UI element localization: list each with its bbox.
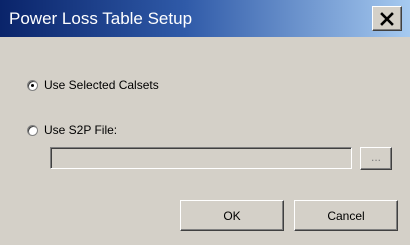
browse-button[interactable]: ... (360, 147, 392, 170)
s2p-file-path-input[interactable] (50, 147, 352, 169)
radio-button-selected[interactable] (27, 79, 38, 91)
use-selected-calsets-label: Use Selected Calsets (44, 78, 159, 92)
ok-button[interactable]: OK (180, 200, 284, 231)
radio-button[interactable] (27, 124, 38, 136)
close-button[interactable] (372, 6, 402, 31)
radio-use-s2p-file[interactable]: Use S2P File: (27, 123, 117, 137)
radio-use-selected-calsets[interactable]: Use Selected Calsets (27, 78, 159, 92)
close-icon (380, 11, 394, 26)
use-s2p-file-label: Use S2P File: (44, 123, 118, 137)
title-bar: Power Loss Table Setup (0, 0, 410, 37)
window-title: Power Loss Table Setup (9, 9, 193, 28)
cancel-button[interactable]: Cancel (294, 200, 398, 231)
